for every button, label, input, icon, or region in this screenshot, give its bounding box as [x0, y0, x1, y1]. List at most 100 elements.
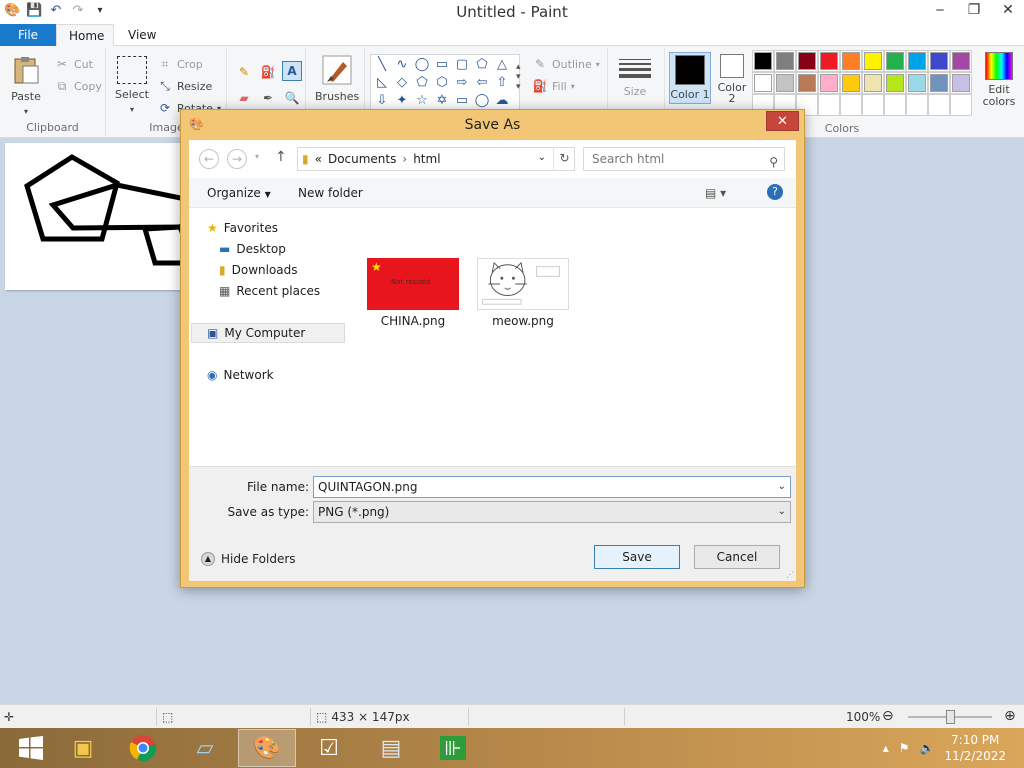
magnifier-icon[interactable]: 🔍 — [284, 90, 300, 106]
zoom-out-button[interactable]: ⊖ — [882, 708, 894, 724]
up-arrow-shape-icon[interactable]: ⇧ — [493, 74, 511, 92]
dialog-close-button[interactable]: ✕ — [766, 111, 799, 131]
network-tray-icon[interactable]: ⚑ — [899, 741, 910, 755]
color-swatch[interactable] — [950, 50, 972, 72]
help-icon[interactable]: ? — [767, 184, 783, 200]
up-folder-icon[interactable]: ↑ — [275, 149, 287, 165]
address-bar[interactable]: ▮ « Documents › html ⌄ — [297, 147, 575, 171]
text-tool-icon[interactable]: A — [282, 61, 302, 81]
color-swatch[interactable] — [818, 50, 840, 72]
color-picker-icon[interactable]: ✒ — [260, 90, 276, 106]
file-explorer-taskbar[interactable]: ▣ — [54, 729, 112, 767]
nav-favorites[interactable]: ★ Favorites — [207, 218, 278, 238]
color-swatch[interactable] — [862, 50, 884, 72]
six-point-star-icon[interactable]: ✡ — [433, 92, 451, 110]
nav-recent-places[interactable]: ▦ Recent places — [219, 281, 320, 301]
volume-icon[interactable]: 🔈 — [920, 741, 935, 755]
organize-button[interactable]: Organize ▼ — [207, 186, 271, 200]
color-swatch[interactable] — [796, 72, 818, 94]
rounded-rect-shape-icon[interactable]: ▢ — [453, 56, 471, 74]
color1-button[interactable]: Color 1 — [669, 52, 711, 104]
maximize-button[interactable]: ❐ — [964, 2, 984, 18]
green-app-taskbar[interactable]: ⊪ — [424, 729, 482, 767]
color-swatch[interactable] — [752, 72, 774, 94]
nav-my-computer[interactable]: ▣ My Computer — [207, 323, 305, 343]
hide-folders-button[interactable]: ▲ Hide Folders — [201, 552, 296, 566]
custom-color-swatch[interactable] — [906, 94, 928, 116]
task-manager-taskbar[interactable]: ☑ — [300, 729, 358, 767]
select-button[interactable]: Select ▾ — [115, 56, 149, 114]
hexagon-shape-icon[interactable]: ⬡ — [433, 74, 451, 92]
minimize-button[interactable]: ‒ — [930, 2, 950, 18]
zoom-slider-thumb[interactable] — [946, 710, 955, 724]
five-point-star-icon[interactable]: ☆ — [413, 92, 431, 110]
pentagon-shape-icon[interactable]: ⬠ — [413, 74, 431, 92]
recent-locations-icon[interactable]: ▾ — [255, 152, 259, 161]
size-button[interactable]: Size — [619, 56, 651, 98]
fill-button[interactable]: ⛽ Fill ▾ — [532, 78, 575, 94]
save-button[interactable]: Save — [594, 545, 680, 569]
pencil-icon[interactable]: ✎ — [236, 64, 252, 80]
notepad-taskbar[interactable]: ▱ — [176, 729, 234, 767]
file-name-input[interactable]: QUINTAGON.png ⌄ — [313, 476, 791, 498]
view-options-icon[interactable]: ▤ ▾ — [705, 186, 726, 200]
paste-button[interactable]: Paste ▾ — [10, 54, 42, 116]
file-item-china[interactable]: ★ Not resized CHINA.png — [365, 258, 461, 328]
color-swatch[interactable] — [840, 72, 862, 94]
save-type-select[interactable]: PNG (*.png) ⌄ — [313, 501, 791, 523]
custom-color-swatch[interactable] — [862, 94, 884, 116]
color-swatch[interactable] — [928, 50, 950, 72]
down-arrow-shape-icon[interactable]: ⇩ — [373, 92, 391, 110]
color-swatch[interactable] — [884, 50, 906, 72]
crop-button[interactable]: ⌗ Crop — [157, 56, 203, 72]
close-button[interactable]: ✕ — [998, 2, 1018, 18]
left-arrow-shape-icon[interactable]: ⇦ — [473, 74, 491, 92]
breadcrumb-documents[interactable]: Documents — [328, 152, 396, 166]
custom-color-swatch[interactable] — [818, 94, 840, 116]
nav-desktop[interactable]: ▬ Desktop — [219, 239, 286, 259]
color-swatch[interactable] — [906, 72, 928, 94]
address-dropdown-icon[interactable]: ⌄ — [538, 152, 546, 163]
color-swatch[interactable] — [928, 72, 950, 94]
cut-button[interactable]: ✂ Cut — [54, 56, 93, 72]
edit-colors-button[interactable]: Edit colors — [978, 52, 1020, 108]
forward-button[interactable]: → — [227, 149, 247, 169]
resize-button[interactable]: ⤡ Resize — [157, 78, 212, 94]
tray-overflow-icon[interactable]: ▴ — [883, 741, 889, 755]
color-swatch[interactable] — [906, 50, 928, 72]
tab-file[interactable]: File — [0, 24, 56, 46]
color-swatch[interactable] — [774, 50, 796, 72]
right-triangle-shape-icon[interactable]: ◺ — [373, 74, 391, 92]
start-button[interactable] — [2, 729, 60, 767]
color-swatch[interactable] — [950, 72, 972, 94]
diamond-shape-icon[interactable]: ◇ — [393, 74, 411, 92]
color-swatch[interactable] — [840, 50, 862, 72]
color-swatch[interactable] — [774, 72, 796, 94]
new-folder-button[interactable]: New folder — [298, 186, 363, 200]
color2-button[interactable]: Color 2 — [713, 54, 751, 104]
callout-rect-icon[interactable]: ▭ — [453, 92, 471, 110]
custom-color-swatch[interactable] — [928, 94, 950, 116]
resize-grip-icon[interactable]: ⋰ — [786, 570, 794, 579]
clock[interactable]: 7:10 PM 11/2/2022 — [944, 732, 1006, 764]
fill-bucket-icon[interactable]: ⛽ — [260, 64, 276, 80]
color-swatch[interactable] — [884, 72, 906, 94]
outline-button[interactable]: ✎ Outline ▾ — [532, 56, 600, 72]
custom-color-swatch[interactable] — [840, 94, 862, 116]
line-shape-icon[interactable]: ╲ — [373, 56, 391, 74]
shapes-gallery[interactable]: ╲ ∿ ◯ ▭ ▢ ⬠ △ ◺ ◇ ⬠ ⬡ ⇨ ⇦ ⇧ ⇩ ✦ ☆ ✡ ▭ ◯ … — [370, 54, 520, 110]
zoom-in-button[interactable]: ⊕ — [1004, 708, 1016, 724]
eraser-icon[interactable]: ▰ — [236, 90, 252, 106]
four-point-star-icon[interactable]: ✦ — [393, 92, 411, 110]
rectangle-shape-icon[interactable]: ▭ — [433, 56, 451, 74]
chrome-taskbar[interactable] — [114, 729, 172, 767]
color-swatch[interactable] — [752, 50, 774, 72]
file-name-dropdown-icon[interactable]: ⌄ — [778, 477, 786, 497]
callout-oval-icon[interactable]: ◯ — [473, 92, 491, 110]
color-swatch[interactable] — [862, 72, 884, 94]
breadcrumb-html[interactable]: html — [413, 152, 440, 166]
system-monitor-taskbar[interactable]: ▤ — [362, 729, 420, 767]
custom-color-swatch[interactable] — [884, 94, 906, 116]
tab-view[interactable]: View — [116, 24, 168, 46]
right-arrow-shape-icon[interactable]: ⇨ — [453, 74, 471, 92]
